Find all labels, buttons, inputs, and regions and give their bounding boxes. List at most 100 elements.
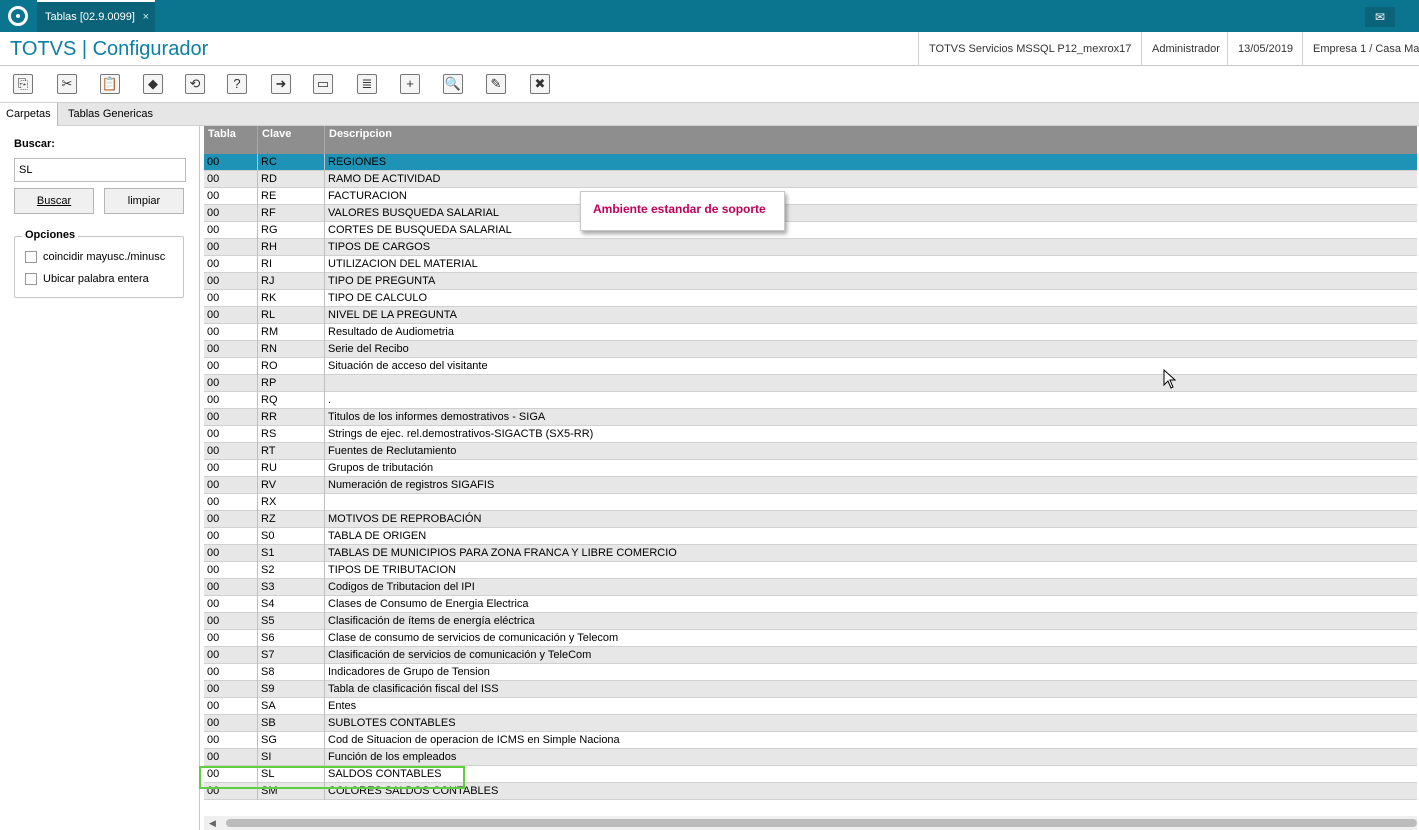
clave-cell: RP [258, 375, 325, 392]
clave-cell: S8 [258, 664, 325, 681]
table-row[interactable]: 00 S5 Clasificación de ítems de energía el… [204, 613, 1417, 630]
descripcion-cell: . [328, 394, 332, 406]
horizontal-scrollbar[interactable]: ◀ [204, 816, 1417, 830]
table-row[interactable]: 00 RG CORTES DE BUSQUEDA SALARIAL [204, 222, 1417, 239]
table-row[interactable]: 00 RS Strings de ejec. rel.demostrativos-S… [204, 426, 1417, 443]
descripcion-cell [325, 494, 1417, 511]
exit-button[interactable]: ➜ [268, 72, 294, 96]
tabla-cell: 00 [204, 562, 258, 579]
table-row[interactable]: 00 RN Serie del Recibo [204, 341, 1417, 358]
table-row[interactable]: 00 S8 Indicadores de Grupo de Tension [204, 664, 1417, 681]
clave-cell: RG [258, 222, 325, 239]
table-row[interactable]: 00 RI UTILIZACION DEL MATERIAL [204, 256, 1417, 273]
table-row[interactable]: 00 S4 Clases de Consumo de Energia Electri… [204, 596, 1417, 613]
table-row[interactable]: 00 RJ TIPO DE PREGUNTA [204, 273, 1417, 290]
table-row[interactable]: 00 RU Grupos de tributación [204, 460, 1417, 477]
clave-cell: SG [258, 732, 325, 749]
limpiar-button[interactable]: limpiar [104, 188, 184, 214]
tab-tablas-genericas[interactable]: Tablas Genericas [62, 103, 159, 127]
folder-button[interactable]: ▭ [310, 72, 336, 96]
envelope-icon[interactable]: ✉ [1365, 7, 1395, 27]
table-row[interactable]: 00 RQ. [204, 392, 1417, 409]
descripcion-cell: TIPOS DE TRIBUTACION [328, 564, 456, 576]
descripcion-cell: NIVEL DE LA PREGUNTA [328, 309, 457, 321]
search-input[interactable] [14, 158, 186, 182]
tabla-cell: 00 [204, 409, 258, 426]
company-label: Empresa 1 / Casa Matr [1302, 32, 1419, 66]
descripcion-cell: Tabla de clasificación fiscal del ISS [328, 683, 499, 695]
table-row[interactable]: 00 RZ MOTIVOS DE REPROBACIÓN [204, 511, 1417, 528]
paste-button[interactable]: 📋 [97, 72, 123, 96]
table-row[interactable]: 00 RV Numeración de registros SIGAFIS [204, 477, 1417, 494]
table-row[interactable]: 00 S6 Clase de consumo de servicios de com… [204, 630, 1417, 647]
table-row[interactable]: 00 RD RAMO DE ACTIVIDAD [204, 171, 1417, 188]
column-header-tabla[interactable]: Tabla [204, 126, 258, 154]
view-button[interactable]: 🔍 [440, 72, 466, 96]
tabla-cell: 00 [204, 290, 258, 307]
table-row[interactable]: 00 S3 Codigos de Tributacion del IPI [204, 579, 1417, 596]
close-icon[interactable]: × [143, 2, 149, 32]
table-row[interactable]: 00 S9 Tabla de clasificación fiscal del IS… [204, 681, 1417, 698]
scroll-left-icon[interactable]: ◀ [209, 818, 216, 829]
clave-cell: S0 [258, 528, 325, 545]
table-row[interactable]: 00 SB SUBLOTES CONTABLES [204, 715, 1417, 732]
clave-cell: S6 [258, 630, 325, 647]
match-case-checkbox[interactable] [25, 251, 37, 263]
column-header-descripcion[interactable]: Descripcion [325, 126, 1417, 154]
cut-button[interactable]: ✂ [54, 72, 80, 96]
descripcion-cell: TIPO DE PREGUNTA [328, 275, 436, 287]
list-button[interactable]: ≣ [354, 72, 380, 96]
tab-carpetas[interactable]: Carpetas [0, 103, 58, 128]
clave-cell: S3 [258, 579, 325, 596]
descripcion-cell: Strings de ejec. rel.demostrativos-SIGAC… [328, 428, 594, 440]
whole-word-option[interactable]: Ubicar palabra entera [25, 272, 149, 286]
table-row[interactable]: 00 S7 Clasificación de servicios de comuni… [204, 647, 1417, 664]
table-row[interactable]: 00 S1 TABLAS DE MUNICIPIOS PARA ZONA FRANC… [204, 545, 1417, 562]
window-tab[interactable]: Tablas [02.9.0099] × [37, 0, 155, 32]
find-replace-button[interactable]: ⟲ [182, 72, 208, 96]
clave-cell: RL [258, 307, 325, 324]
tabla-cell: 00 [204, 732, 258, 749]
whole-word-label: Ubicar palabra entera [43, 273, 149, 285]
descripcion-cell: MOTIVOS DE REPROBACIÓN [328, 513, 482, 525]
table-row[interactable]: 00 RP [204, 375, 1417, 392]
copy-icon: ⎘ [13, 74, 33, 94]
whole-word-checkbox[interactable] [25, 273, 37, 285]
table-row[interactable]: 00 RK TIPO DE CALCULO [204, 290, 1417, 307]
table-row[interactable]: 00 RF VALORES BUSQUEDA SALARIAL [204, 205, 1417, 222]
column-header-clave[interactable]: Clave [258, 126, 325, 154]
descripcion-cell: REGIONES [328, 156, 387, 168]
tabla-cell: 00 [204, 613, 258, 630]
table-row[interactable]: 00 RX [204, 494, 1417, 511]
add-button[interactable]: + [397, 72, 423, 96]
table-row[interactable]: 00 SA Entes [204, 698, 1417, 715]
help-button[interactable]: ? [224, 72, 250, 96]
table-row[interactable]: 00 RL NIVEL DE LA PREGUNTA [204, 307, 1417, 324]
table-row[interactable]: 00 RO Situación de acceso del visitante [204, 358, 1417, 375]
table-row[interactable]: 00 SG Cod de Situacion de operacion de ICM… [204, 732, 1417, 749]
table-row[interactable]: 00 RC REGIONES [204, 154, 1417, 171]
totvs-logo-icon[interactable] [8, 6, 28, 26]
table-row[interactable]: 00 RH TIPOS DE CARGOS [204, 239, 1417, 256]
table-row[interactable]: 00 RT Fuentes de Reclutamiento [204, 443, 1417, 460]
buscar-button[interactable]: Buscar [14, 188, 94, 214]
descripcion-cell: Función de los empleados [328, 751, 457, 763]
tabla-cell: 00 [204, 154, 258, 171]
table-row[interactable]: 00 S0 TABLA DE ORIGEN [204, 528, 1417, 545]
table-row[interactable]: 00 RE FACTURACION [204, 188, 1417, 205]
list-icon: ≣ [357, 74, 377, 94]
delete-button[interactable]: ✖ [527, 72, 553, 96]
scrollbar-thumb[interactable] [226, 819, 1417, 827]
table-row[interactable]: 00 RM Resultado de Audiometria [204, 324, 1417, 341]
clave-cell: RV [258, 477, 325, 494]
copy-button[interactable]: ⎘ [10, 72, 36, 96]
toolbar: ⎘ ✂ 📋 ◆ ⟲? ➜ ▭ ≣ + 🔍 ✎ ✖ [0, 66, 1419, 102]
edit-button[interactable]: ✎ [483, 72, 509, 96]
table-row[interactable]: 00 SI Función de los empleados [204, 749, 1417, 766]
window-tab-title: Tablas [02.9.0099] [45, 11, 135, 23]
eraser-button[interactable]: ◆ [140, 72, 166, 96]
buscar-button-label: Buscar [36, 195, 72, 207]
match-case-option[interactable]: coincidir mayusc./minusc [25, 250, 165, 264]
table-row[interactable]: 00 RR Titulos de los informes demostrativo… [204, 409, 1417, 426]
table-row[interactable]: 00 S2 TIPOS DE TRIBUTACION [204, 562, 1417, 579]
